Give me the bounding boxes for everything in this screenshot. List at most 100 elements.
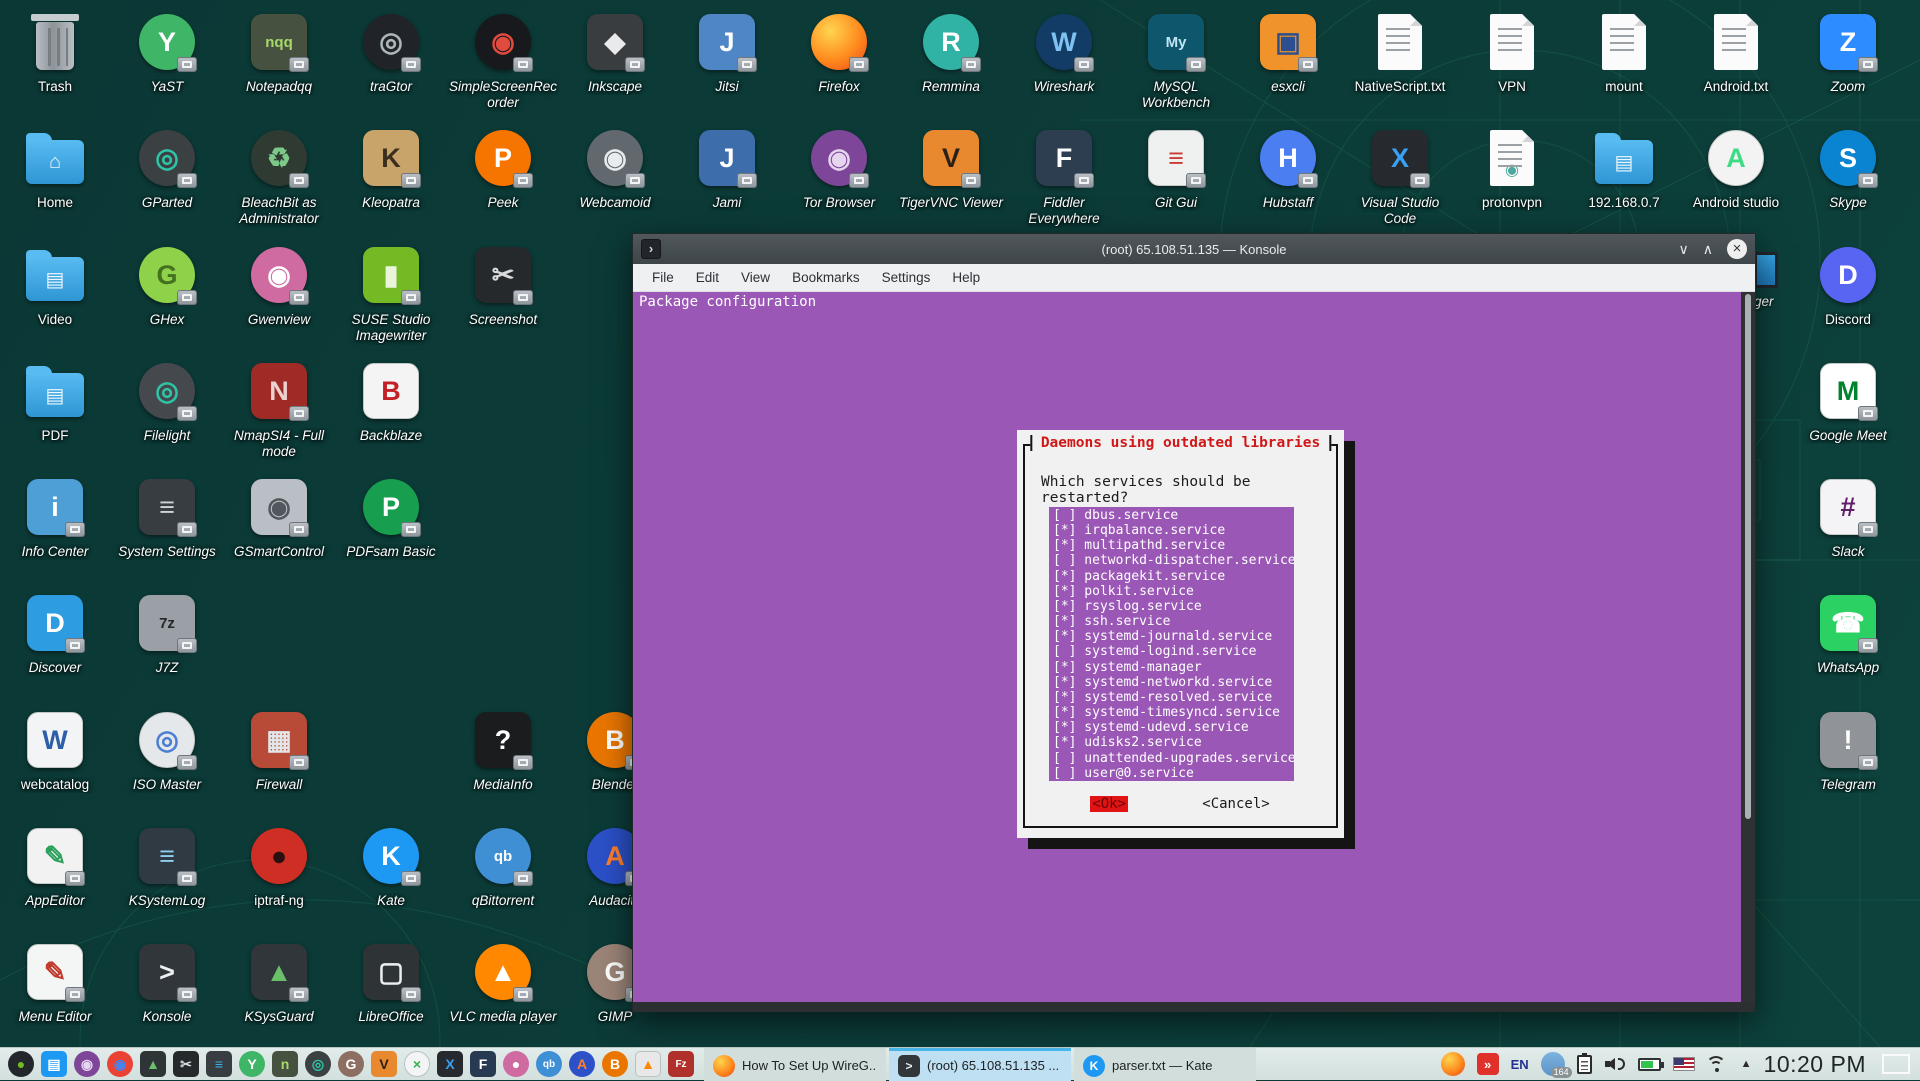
- desktop-icon-hubstaff[interactable]: HHubstaff: [1232, 126, 1344, 211]
- minimize-icon[interactable]: ∨: [1679, 242, 1689, 256]
- desktop-icon-video[interactable]: ▤Video: [0, 243, 111, 328]
- desktop-icon-jitsi[interactable]: JJitsi: [671, 10, 783, 95]
- show-desktop-button[interactable]: [1882, 1054, 1910, 1074]
- close-icon[interactable]: ×: [1727, 239, 1747, 259]
- taskbar-task-konsole[interactable]: >(root) 65.108.51.135 ...: [889, 1048, 1071, 1081]
- desktop-icon-protonvpn[interactable]: ◉protonvpn: [1456, 126, 1568, 211]
- desktop-icon-nmapsi4[interactable]: NNmapSI4 - Full mode: [223, 359, 335, 461]
- taskbar-task-kate[interactable]: Kparser.txt — Kate: [1074, 1048, 1256, 1081]
- launcher-chrome[interactable]: ◉: [107, 1051, 133, 1077]
- desktop-icon-gparted[interactable]: ◎GParted: [111, 126, 223, 211]
- launcher-tigervnc[interactable]: V: [371, 1051, 397, 1077]
- service-row[interactable]: [ ] systemd-logind.service: [1053, 644, 1294, 659]
- desktop-icon-slack[interactable]: #Slack: [1792, 475, 1904, 560]
- desktop-icon-ghex[interactable]: GGHex: [111, 243, 223, 328]
- launcher-remmina[interactable]: ×: [404, 1051, 430, 1077]
- desktop-icon-mysql-workbench[interactable]: MyMySQL Workbench: [1120, 10, 1232, 112]
- menu-settings[interactable]: Settings: [871, 266, 942, 289]
- desktop-icon-konsole[interactable]: >Konsole: [111, 940, 223, 1025]
- service-row[interactable]: [*] systemd-timesyncd.service: [1053, 705, 1294, 720]
- desktop-icon-inkscape[interactable]: ◆Inkscape: [559, 10, 671, 95]
- desktop-icon-android-txt[interactable]: Android.txt: [1680, 10, 1792, 95]
- launcher-yast[interactable]: Y: [239, 1051, 265, 1077]
- desktop-icon-fiddler[interactable]: FFiddler Everywhere: [1008, 126, 1120, 228]
- launcher-gimp[interactable]: G: [338, 1051, 364, 1077]
- desktop-icon-vscode[interactable]: XVisual Studio Code: [1344, 126, 1456, 228]
- menu-file[interactable]: File: [641, 266, 685, 289]
- clipboard-icon[interactable]: [1577, 1055, 1592, 1074]
- desktop-icon-qbittorrent[interactable]: qbqBittorrent: [447, 824, 559, 909]
- desktop-icon-tragtor[interactable]: ◎traGtor: [335, 10, 447, 95]
- service-row[interactable]: [*] systemd-journald.service: [1053, 629, 1294, 644]
- taskbar-task-firefox[interactable]: How To Set Up WireG...: [704, 1048, 886, 1081]
- desktop-icon-screenshot[interactable]: ✂Screenshot: [447, 243, 559, 328]
- desktop-icon-bleachbit[interactable]: ♻BleachBit as Administrator: [223, 126, 335, 228]
- menu-view[interactable]: View: [730, 266, 781, 289]
- desktop-icon-pdf[interactable]: ▤PDF: [0, 359, 111, 444]
- desktop-icon-discord[interactable]: DDiscord: [1792, 243, 1904, 328]
- us-flag-icon[interactable]: [1673, 1057, 1695, 1071]
- launcher-tor-browser[interactable]: ◉: [74, 1051, 100, 1077]
- menu-bookmarks[interactable]: Bookmarks: [781, 266, 871, 289]
- launcher-ksysguard[interactable]: ▲: [140, 1051, 166, 1077]
- maximize-icon[interactable]: ∧: [1703, 242, 1713, 256]
- service-row[interactable]: [*] systemd-udevd.service: [1053, 720, 1294, 735]
- desktop-icon-gsmartcontrol[interactable]: ◉GSmartControl: [223, 475, 335, 560]
- desktop-icon-mediainfo[interactable]: ?MediaInfo: [447, 708, 559, 793]
- desktop-icon-wireshark[interactable]: WWireshark: [1008, 10, 1120, 95]
- service-row[interactable]: [*] multipathd.service: [1053, 538, 1294, 553]
- desktop-icon-android-studio[interactable]: AAndroid studio: [1680, 126, 1792, 211]
- services-checklist[interactable]: [ ] dbus.service[*] irqbalance.service[*…: [1049, 507, 1294, 781]
- desktop-icon-kate[interactable]: KKate: [335, 824, 447, 909]
- desktop-icon-webcatalog[interactable]: Wwebcatalog: [0, 708, 111, 793]
- desktop-icon-peek[interactable]: PPeek: [447, 126, 559, 211]
- desktop-icon-trash[interactable]: Trash: [0, 10, 111, 95]
- launcher-opensuse-launcher[interactable]: ●: [8, 1051, 34, 1077]
- desktop-icon-notepadqq[interactable]: nqqNotepadqq: [223, 10, 335, 95]
- desktop-icon-jami[interactable]: JJami: [671, 126, 783, 211]
- launcher-notepadqq[interactable]: n: [272, 1051, 298, 1077]
- menu-help[interactable]: Help: [941, 266, 991, 289]
- desktop-icon-simplescreenrecorder[interactable]: ◉SimpleScreenRecorder: [447, 10, 559, 112]
- launcher-fiddler[interactable]: F: [470, 1051, 496, 1077]
- desktop-icon-firefox[interactable]: Firefox: [783, 10, 895, 95]
- service-row[interactable]: [*] ssh.service: [1053, 614, 1294, 629]
- desktop-icon-partially-covered[interactable]: ger: [1754, 252, 1794, 309]
- desktop-icon-firewall[interactable]: ▦Firewall: [223, 708, 335, 793]
- service-row[interactable]: [*] systemd-networkd.service: [1053, 675, 1294, 690]
- desktop-icon-backblaze[interactable]: BBackblaze: [335, 359, 447, 444]
- launcher-audacity[interactable]: A: [569, 1051, 595, 1077]
- desktop-icon-webcamoid[interactable]: ◉Webcamoid: [559, 126, 671, 211]
- desktop-icon-ip-folder[interactable]: ▤192.168.0.7: [1568, 126, 1680, 211]
- desktop-icon-google-meet[interactable]: MGoogle Meet: [1792, 359, 1904, 444]
- desktop-icon-info-center[interactable]: iInfo Center: [0, 475, 111, 560]
- desktop-icon-ksysguard[interactable]: ▲KSysGuard: [223, 940, 335, 1025]
- service-row[interactable]: [*] udisks2.service: [1053, 735, 1294, 750]
- launcher-spectacle[interactable]: ✂: [173, 1051, 199, 1077]
- terminal-scrollbar[interactable]: [1741, 292, 1755, 1002]
- service-row[interactable]: [*] polkit.service: [1053, 584, 1294, 599]
- service-row[interactable]: [ ] unattended-upgrades.service: [1053, 751, 1294, 766]
- launcher-filezilla[interactable]: Fz: [668, 1051, 694, 1077]
- service-row[interactable]: [ ] networkd-dispatcher.service: [1053, 553, 1294, 568]
- service-row[interactable]: [*] irqbalance.service: [1053, 523, 1294, 538]
- desktop-icon-home[interactable]: ⌂Home: [0, 126, 111, 211]
- service-row[interactable]: [ ] dbus.service: [1053, 508, 1294, 523]
- keyboard-layout-indicator[interactable]: EN: [1511, 1057, 1529, 1072]
- desktop-icon-iso-master[interactable]: ◎ISO Master: [111, 708, 223, 793]
- desktop-icon-pdfsam[interactable]: PPDFsam Basic: [335, 475, 447, 560]
- desktop-icon-kleopatra[interactable]: KKleopatra: [335, 126, 447, 211]
- service-row[interactable]: [*] systemd-resolved.service: [1053, 690, 1294, 705]
- scrollbar-thumb[interactable]: [1745, 294, 1751, 819]
- launcher-dolphin[interactable]: ▤: [41, 1051, 67, 1077]
- anydesk-tray-icon[interactable]: »: [1477, 1053, 1499, 1075]
- launcher-vlc[interactable]: ▲: [635, 1051, 661, 1077]
- firefox-tray-icon[interactable]: [1441, 1052, 1465, 1076]
- desktop-icon-menu-editor[interactable]: ✎Menu Editor: [0, 940, 111, 1025]
- terminal-area[interactable]: Package configuration Daemons using outd…: [633, 292, 1755, 1002]
- launcher-blender[interactable]: B: [602, 1051, 628, 1077]
- desktop-icon-ksystemlog[interactable]: ≡KSystemLog: [111, 824, 223, 909]
- desktop-icon-skype[interactable]: SSkype: [1792, 126, 1904, 211]
- desktop-icon-remmina[interactable]: RRemmina: [895, 10, 1007, 95]
- desktop-icon-telegram[interactable]: !Telegram: [1792, 708, 1904, 793]
